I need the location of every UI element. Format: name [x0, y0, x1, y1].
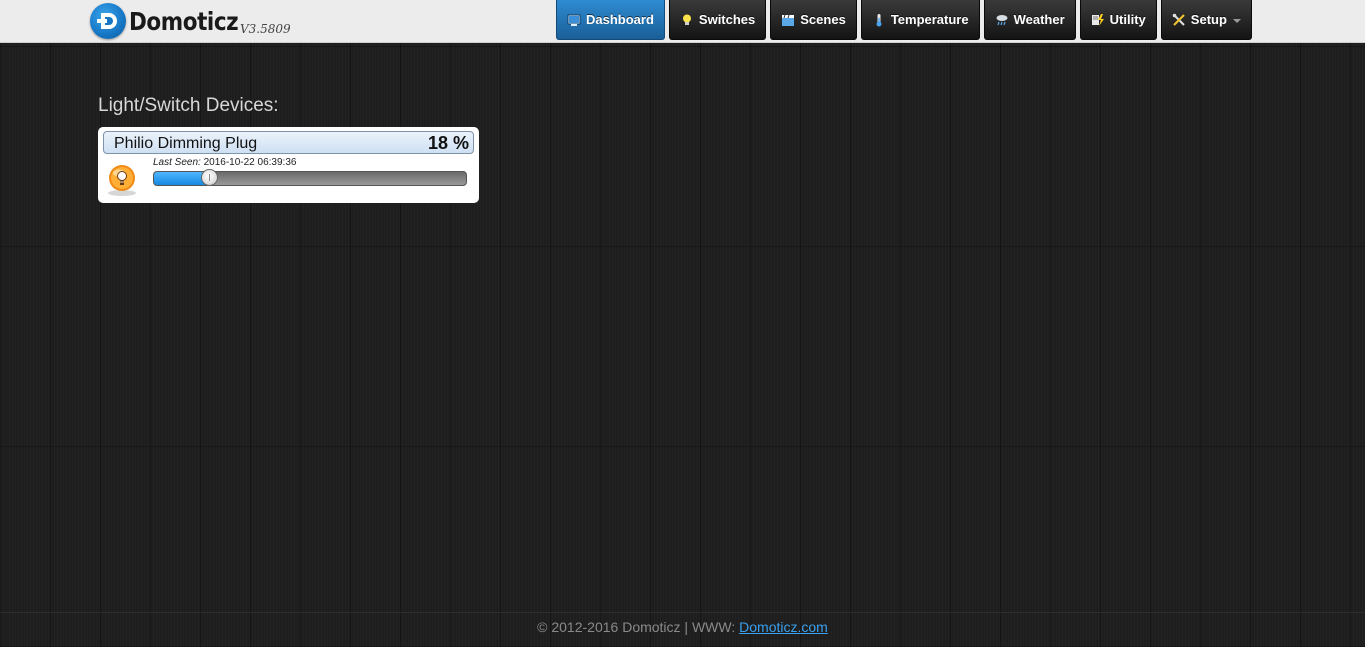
- footer-link[interactable]: Domoticz.com: [739, 619, 828, 635]
- brand-name: Domoticz: [129, 6, 239, 36]
- nav-setup[interactable]: Setup: [1160, 0, 1252, 40]
- nav-temperature-label: Temperature: [890, 12, 969, 27]
- tools-icon: [1172, 13, 1185, 26]
- last-seen: Last Seen: 2016-10-22 06:39:36: [153, 157, 296, 168]
- rain-cloud-icon: [996, 14, 1008, 25]
- last-seen-value: 2016-10-22 06:39:36: [203, 157, 297, 168]
- device-card: Philio Dimming Plug 18 % Last Seen: 2016…: [98, 127, 479, 203]
- nav-weather[interactable]: Weather: [983, 0, 1076, 40]
- chevron-down-icon: [1232, 18, 1241, 23]
- section-title: Light/Switch Devices:: [98, 95, 279, 116]
- nav-dashboard[interactable]: Dashboard: [556, 0, 665, 40]
- lightbulb-icon: [682, 14, 691, 25]
- domoticz-logo-icon: [90, 3, 126, 39]
- nav-weather-label: Weather: [1013, 12, 1065, 27]
- nav-temperature[interactable]: Temperature: [860, 0, 980, 40]
- last-seen-label: Last Seen:: [153, 157, 201, 168]
- device-name: Philio Dimming Plug: [114, 135, 258, 152]
- nav-dashboard-label: Dashboard: [586, 12, 654, 27]
- nav-utility[interactable]: Utility: [1079, 0, 1157, 40]
- utility-icon: [1091, 13, 1104, 26]
- footer: © 2012-2016 Domoticz | WWW: Domoticz.com: [0, 612, 1365, 647]
- nav-switches[interactable]: Switches: [668, 0, 767, 40]
- device-level: 18 %: [427, 133, 469, 153]
- dimmer-slider[interactable]: [153, 169, 467, 186]
- brand[interactable]: Domoticz V3.5809: [90, 3, 291, 39]
- brand-version: V3.5809: [240, 22, 291, 36]
- nav-utility-label: Utility: [1109, 12, 1146, 27]
- nav-scenes-label: Scenes: [800, 12, 846, 27]
- nav-switches-label: Switches: [698, 12, 756, 27]
- lightbulb-icon[interactable]: [105, 162, 139, 198]
- footer-copyright: © 2012-2016 Domoticz | WWW:: [537, 619, 736, 635]
- top-navbar: Domoticz V3.5809 Dashboard Switches Scen…: [0, 0, 1365, 43]
- nav-scenes[interactable]: Scenes: [770, 0, 857, 40]
- clapperboard-icon: [782, 14, 795, 26]
- nav-setup-label: Setup: [1190, 12, 1227, 27]
- main-nav: Dashboard Switches Scenes Temperature We…: [556, 0, 1256, 42]
- dimmer-slider-handle[interactable]: [201, 169, 218, 186]
- thermometer-icon: [876, 13, 882, 26]
- device-header: Philio Dimming Plug 18 %: [103, 131, 474, 154]
- dashboard-icon: [567, 14, 581, 26]
